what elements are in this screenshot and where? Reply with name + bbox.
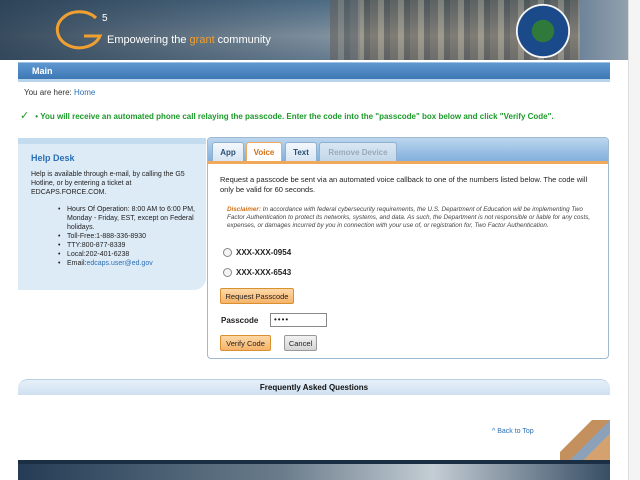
disclaimer: Disclaimer: In accordance with federal c… xyxy=(227,206,591,229)
header-banner: 5 Empowering the grant community xyxy=(0,0,640,60)
help-desk-list: Hours Of Operation: 8:00 AM to 6:00 PM, … xyxy=(58,205,206,268)
main-bar: Main xyxy=(18,62,610,79)
breadcrumb: You are here: Home xyxy=(24,88,96,97)
tab-app[interactable]: App xyxy=(212,142,244,161)
breadcrumb-home-link[interactable]: Home xyxy=(74,88,95,97)
help-desk-panel: Help Desk Help is available through e-ma… xyxy=(18,138,206,290)
tagline: Empowering the grant community xyxy=(107,34,271,46)
tab-bar: App Voice Text Remove Device xyxy=(208,138,608,162)
tab-voice[interactable]: Voice xyxy=(246,142,282,161)
passcode-notice: ✓ • You will receive an automated phone c… xyxy=(20,110,554,122)
verify-code-button[interactable]: Verify Code xyxy=(220,335,271,351)
logo-superscript: 5 xyxy=(102,13,108,24)
radio-button[interactable] xyxy=(223,248,232,257)
help-email: Email:edcaps.user@ed.gov xyxy=(58,259,206,268)
department-of-education-seal-icon xyxy=(516,4,570,58)
passcode-label: Passcode xyxy=(221,316,259,325)
auth-method-panel: App Voice Text Remove Device Request a p… xyxy=(207,137,609,359)
tab-text[interactable]: Text xyxy=(285,142,317,161)
passcode-input[interactable]: •••• xyxy=(270,313,327,327)
footer-banner xyxy=(18,460,610,480)
cancel-button[interactable]: Cancel xyxy=(284,335,317,351)
help-email-link[interactable]: edcaps.user@ed.gov xyxy=(86,260,152,267)
back-to-top-link[interactable]: ^ Back to Top xyxy=(492,428,534,435)
faq-header[interactable]: Frequently Asked Questions xyxy=(18,379,610,395)
tab-remove-device[interactable]: Remove Device xyxy=(319,142,397,161)
voice-instructions: Request a passcode be sent via an automa… xyxy=(220,175,588,194)
request-passcode-button[interactable]: Request Passcode xyxy=(220,288,294,304)
help-tty: TTY:800-877-8339 xyxy=(58,241,206,250)
help-toll-free: Toll-Free:1-888-336-8930 xyxy=(58,232,206,241)
help-desk-title: Help Desk xyxy=(31,153,75,163)
radio-button[interactable] xyxy=(223,268,232,277)
phone-option-2[interactable]: XXX-XXX-6543 xyxy=(223,268,291,277)
check-icon: ✓ xyxy=(20,110,30,122)
phone-option-1[interactable]: XXX-XXX-0954 xyxy=(223,248,291,257)
help-hours: Hours Of Operation: 8:00 AM to 6:00 PM, … xyxy=(58,205,206,232)
footer-photo xyxy=(560,420,610,460)
help-desk-description: Help is available through e-mail, by cal… xyxy=(31,171,185,196)
help-local: Local:202-401-6238 xyxy=(58,250,206,259)
page-scrollbar[interactable] xyxy=(628,0,640,480)
g5-logo-icon: 5 xyxy=(55,10,108,50)
